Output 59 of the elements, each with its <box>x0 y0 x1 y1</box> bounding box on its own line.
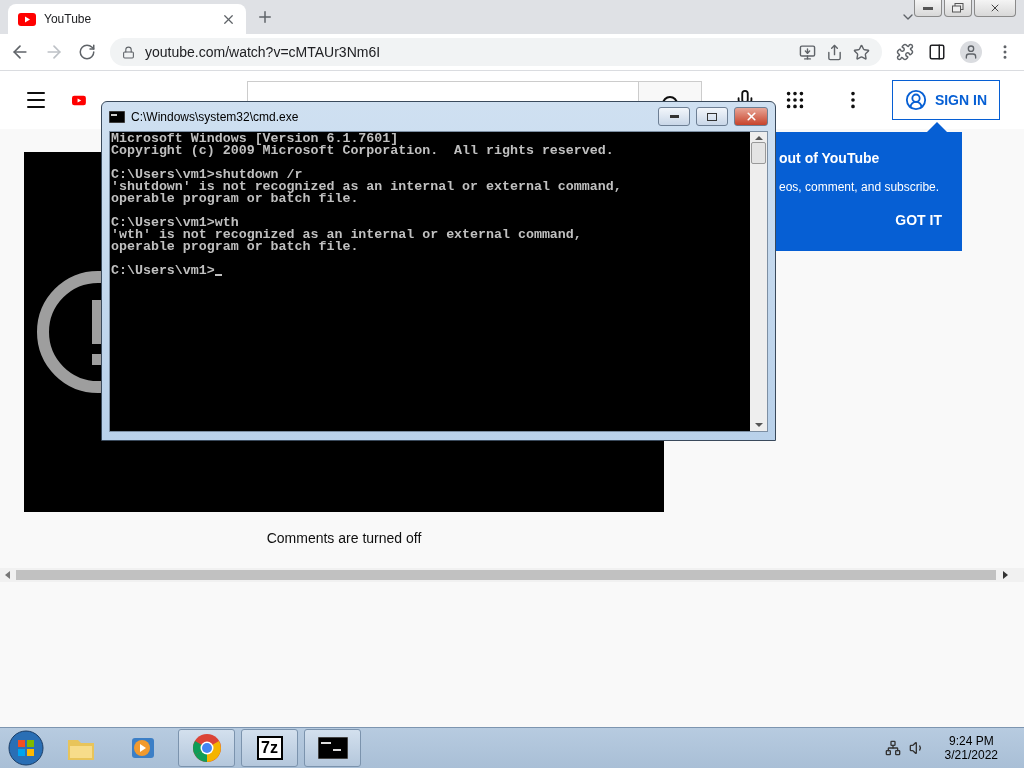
install-icon[interactable] <box>799 43 816 61</box>
chrome-icon <box>191 733 222 763</box>
horizontal-scrollbar[interactable] <box>0 568 1024 582</box>
profile-icon[interactable] <box>960 41 982 63</box>
scroll-right-icon[interactable] <box>1002 571 1008 579</box>
window-title: C:\Windows\system32\cmd.exe <box>131 109 300 124</box>
side-panel-icon[interactable] <box>928 43 946 61</box>
restore-button[interactable] <box>944 0 972 17</box>
comments-notice: Comments are turned off <box>265 530 423 546</box>
console-line: C:\Users\vm1> <box>111 265 215 277</box>
tab-title: YouTube <box>44 12 93 26</box>
maximize-icon <box>707 112 717 121</box>
scrollbar-thumb[interactable] <box>751 142 766 164</box>
star-icon[interactable] <box>853 43 870 61</box>
reload-icon[interactable] <box>78 43 96 61</box>
taskbar-button[interactable] <box>304 729 361 767</box>
maximize-button[interactable] <box>696 107 728 126</box>
start-button[interactable] <box>6 728 46 768</box>
tooltip-title: out of YouTube <box>779 150 881 166</box>
scroll-down-icon[interactable] <box>754 423 763 427</box>
tooltip-text: eos, comment, and subscribe. <box>779 180 941 194</box>
archiver-icon: 7z <box>256 736 283 760</box>
console-line: C:\Users\vm1>wth <box>111 217 239 229</box>
network-icon[interactable] <box>884 740 901 756</box>
share-icon[interactable] <box>826 43 843 61</box>
close-button[interactable] <box>734 107 768 126</box>
console-line: C:\Users\vm1>shutdown /r <box>111 169 303 181</box>
extensions-icon[interactable] <box>896 43 914 61</box>
sign-in-button[interactable]: SIGN IN <box>891 80 1000 120</box>
minimize-button[interactable] <box>914 0 942 17</box>
minimize-icon <box>923 6 933 10</box>
taskbar-button[interactable]: 7z <box>241 729 298 767</box>
console-line: 'shutdown' is not recognized as an internal or external command, <box>111 181 622 193</box>
minimize-button[interactable] <box>658 107 690 126</box>
console-line: 'wth' is not recognized as an internal or external command, <box>111 229 582 241</box>
new-tab-icon[interactable] <box>256 8 274 26</box>
close-icon <box>744 110 758 123</box>
vertical-scrollbar[interactable] <box>750 132 767 431</box>
address-bar[interactable]: youtube.com/watch?v=cMTAUr3Nm6I <box>110 38 882 66</box>
close-button[interactable] <box>974 0 1016 17</box>
console-line: operable program or batch file. <box>111 241 359 253</box>
console-line: operable program or batch file. <box>111 193 359 205</box>
close-icon <box>989 2 1001 14</box>
minimize-icon <box>669 115 679 118</box>
browser-tab[interactable]: YouTube <box>8 4 246 34</box>
restore-icon <box>952 3 964 13</box>
got-it-button[interactable]: GOT IT <box>895 212 948 228</box>
console-icon <box>109 110 125 123</box>
lock-icon <box>122 45 135 59</box>
console-line: Microsoft Windows [Version 6.1.7601] <box>111 133 399 145</box>
text-cursor <box>214 274 222 276</box>
account-icon <box>904 89 927 111</box>
clock[interactable]: 9:24 PM 3/21/2022 <box>944 734 998 762</box>
youtube-logo-icon <box>18 12 36 26</box>
scroll-up-icon[interactable] <box>754 136 763 140</box>
warning-icon <box>36 270 101 394</box>
console-line: Copyright (c) 2009 Microsoft Corporation. All rights reserved. <box>111 145 614 157</box>
scroll-left-icon[interactable] <box>4 571 10 579</box>
console-icon <box>317 737 348 759</box>
